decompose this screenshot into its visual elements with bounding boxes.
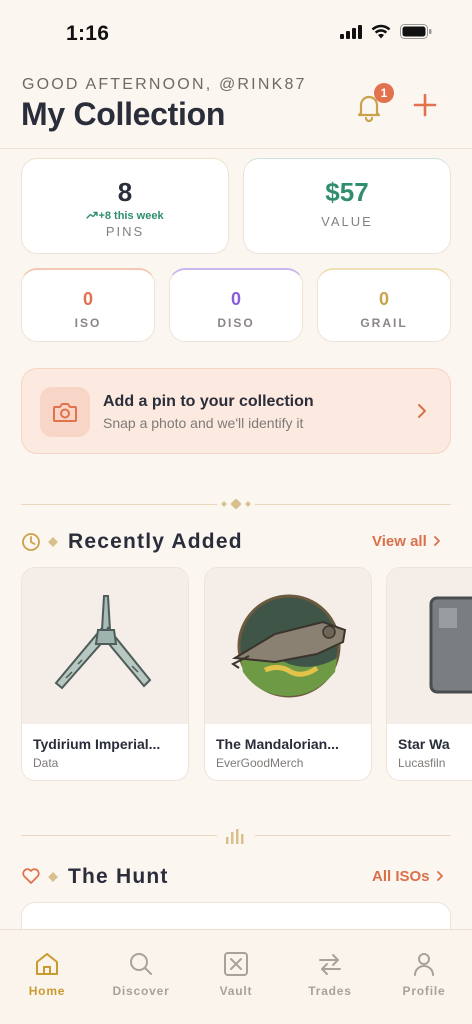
cellular-signal-icon <box>340 24 362 39</box>
home-icon <box>36 953 58 975</box>
diso-stat-card[interactable]: 0 DISO <box>169 268 303 342</box>
add-pin-card[interactable]: Add a pin to your collection Snap a phot… <box>21 368 451 454</box>
section-divider <box>21 828 451 844</box>
tab-home-label: Home <box>28 984 66 998</box>
tab-profile-label: Profile <box>402 984 446 998</box>
value-stat-card[interactable]: $57 VALUE <box>243 158 451 254</box>
pin-image <box>387 568 472 724</box>
pins-delta-text: +8 this week <box>98 210 164 222</box>
battery-icon <box>400 24 432 39</box>
tab-vault[interactable]: Vault <box>189 930 283 1024</box>
add-icon[interactable] <box>410 90 440 120</box>
pin-card[interactable]: Tydirium Imperial... Data <box>21 567 189 781</box>
iso-label: ISO <box>74 316 102 330</box>
status-bar: 1:16 <box>0 0 472 64</box>
pins-stat-card[interactable]: 8 +8 this week PINS <box>21 158 229 254</box>
tab-trades-label: Trades <box>308 984 352 998</box>
status-time: 1:16 <box>66 22 110 45</box>
pin-maker: Lucasfiln <box>398 756 446 770</box>
trending-up-icon <box>86 211 99 219</box>
diamond-icon <box>48 537 58 547</box>
page-title: My Collection <box>21 96 226 132</box>
pins-count: 8 <box>117 177 133 207</box>
pin-partial-image <box>429 596 472 694</box>
the-hunt-title: The Hunt <box>68 865 169 888</box>
recently-added-title: Recently Added <box>68 530 243 553</box>
notification-badge: 1 <box>374 83 394 103</box>
tab-discover[interactable]: Discover <box>94 930 188 1024</box>
chevron-right-icon <box>418 404 426 418</box>
chevron-right-icon <box>433 536 440 546</box>
diso-count: 0 <box>230 289 241 309</box>
grail-count: 0 <box>378 289 389 309</box>
view-all-label: View all <box>372 533 427 550</box>
heart-icon <box>22 868 40 884</box>
tab-trades[interactable]: Trades <box>283 930 377 1024</box>
pin-image <box>22 568 188 724</box>
pins-delta: +8 this week <box>22 210 228 222</box>
pin-maker: Data <box>33 756 59 770</box>
tab-bar: Home Discover Vault Trades Profile <box>0 929 472 1024</box>
grail-label: GRAIL <box>360 316 408 330</box>
all-isos-link[interactable]: All ISOs <box>372 868 444 885</box>
search-icon <box>130 953 152 975</box>
razor-crest-pin-image <box>231 594 347 698</box>
vault-icon <box>224 952 248 976</box>
pin-name: Star Wa <box>398 736 450 752</box>
all-isos-label: All ISOs <box>372 868 430 885</box>
status-icons <box>340 24 432 39</box>
bars-ornament-icon <box>226 829 244 844</box>
tab-vault-label: Vault <box>219 984 253 998</box>
chevron-right-icon <box>436 871 443 881</box>
diamond-ornament-icon <box>221 499 251 509</box>
tab-profile[interactable]: Profile <box>377 930 471 1024</box>
pins-label: PINS <box>105 224 145 239</box>
pin-name: The Mandalorian... <box>216 736 339 752</box>
greeting: GOOD AFTERNOON, @RINK87 <box>22 76 307 93</box>
view-all-link[interactable]: View all <box>372 533 441 550</box>
trades-icon <box>319 954 341 975</box>
camera-icon-box <box>40 387 90 437</box>
grail-stat-card[interactable]: 0 GRAIL <box>317 268 451 342</box>
pin-maker: EverGoodMerch <box>216 756 304 770</box>
collection-value: $57 <box>325 177 369 207</box>
camera-icon <box>53 403 77 422</box>
pin-image <box>205 568 371 724</box>
wifi-icon <box>371 24 391 39</box>
profile-icon <box>414 953 434 976</box>
header-divider <box>0 148 472 149</box>
diso-label: DISO <box>217 316 255 330</box>
pin-name: Tydirium Imperial... <box>33 736 161 752</box>
pin-card[interactable]: Star Wa Lucasfiln <box>386 567 472 781</box>
diamond-icon <box>48 872 58 882</box>
value-label: VALUE <box>321 214 373 229</box>
pin-card[interactable]: The Mandalorian... EverGoodMerch <box>204 567 372 781</box>
tab-home[interactable]: Home <box>0 930 94 1024</box>
add-pin-title: Add a pin to your collection <box>103 393 314 410</box>
section-divider <box>21 499 451 509</box>
iso-count: 0 <box>82 289 93 309</box>
add-pin-subtitle: Snap a photo and we'll identify it <box>103 415 304 431</box>
iso-stat-card[interactable]: 0 ISO <box>21 268 155 342</box>
tab-discover-label: Discover <box>112 984 170 998</box>
clock-icon <box>22 533 40 551</box>
shuttle-pin-image <box>54 595 152 690</box>
